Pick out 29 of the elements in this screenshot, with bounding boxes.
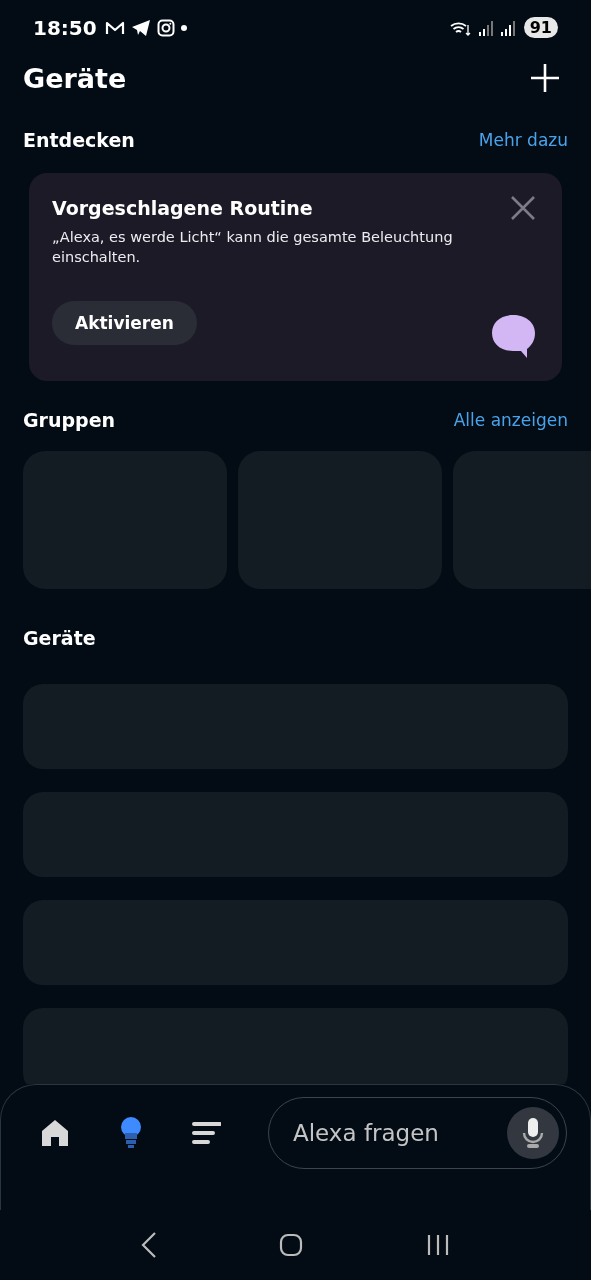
wifi-icon [449, 19, 472, 36]
more-link[interactable]: Mehr dazu [478, 130, 568, 150]
speech-bubble-icon [490, 313, 536, 359]
section-heading: Geräte [23, 627, 96, 649]
menu-icon[interactable] [191, 1119, 221, 1146]
back-icon[interactable] [141, 1232, 158, 1258]
page-title: Geräte [23, 62, 127, 94]
show-all-link[interactable]: Alle anzeigen [453, 410, 568, 430]
card-text: „Alexa, es werde Licht“ kann die gesamte Beleuchtung einschalten. [52, 228, 454, 267]
mail-icon [104, 19, 125, 36]
section-heading: Gruppen [23, 409, 116, 431]
signal-icon [477, 19, 494, 36]
section-heading: Entdecken [23, 129, 135, 151]
dot-icon [180, 24, 187, 31]
microphone-button[interactable] [507, 1106, 559, 1159]
activate-button[interactable]: Aktivieren [52, 301, 197, 345]
card-title: Vorgeschlagene Routine [52, 196, 313, 219]
add-icon[interactable] [530, 63, 560, 93]
home-button-icon[interactable] [279, 1233, 304, 1257]
close-icon[interactable] [510, 195, 536, 221]
battery-level: 91 [523, 17, 558, 38]
paper-plane-icon [130, 18, 151, 37]
ask-input[interactable]: Alexa fragen [291, 1118, 507, 1147]
light-bulb-icon[interactable] [118, 1115, 144, 1150]
signal-icon [499, 19, 516, 36]
microphone-icon [522, 1116, 544, 1149]
camera-icon [156, 18, 175, 37]
recent-apps-icon[interactable] [425, 1233, 450, 1257]
status-time: 18:50 [33, 15, 97, 40]
